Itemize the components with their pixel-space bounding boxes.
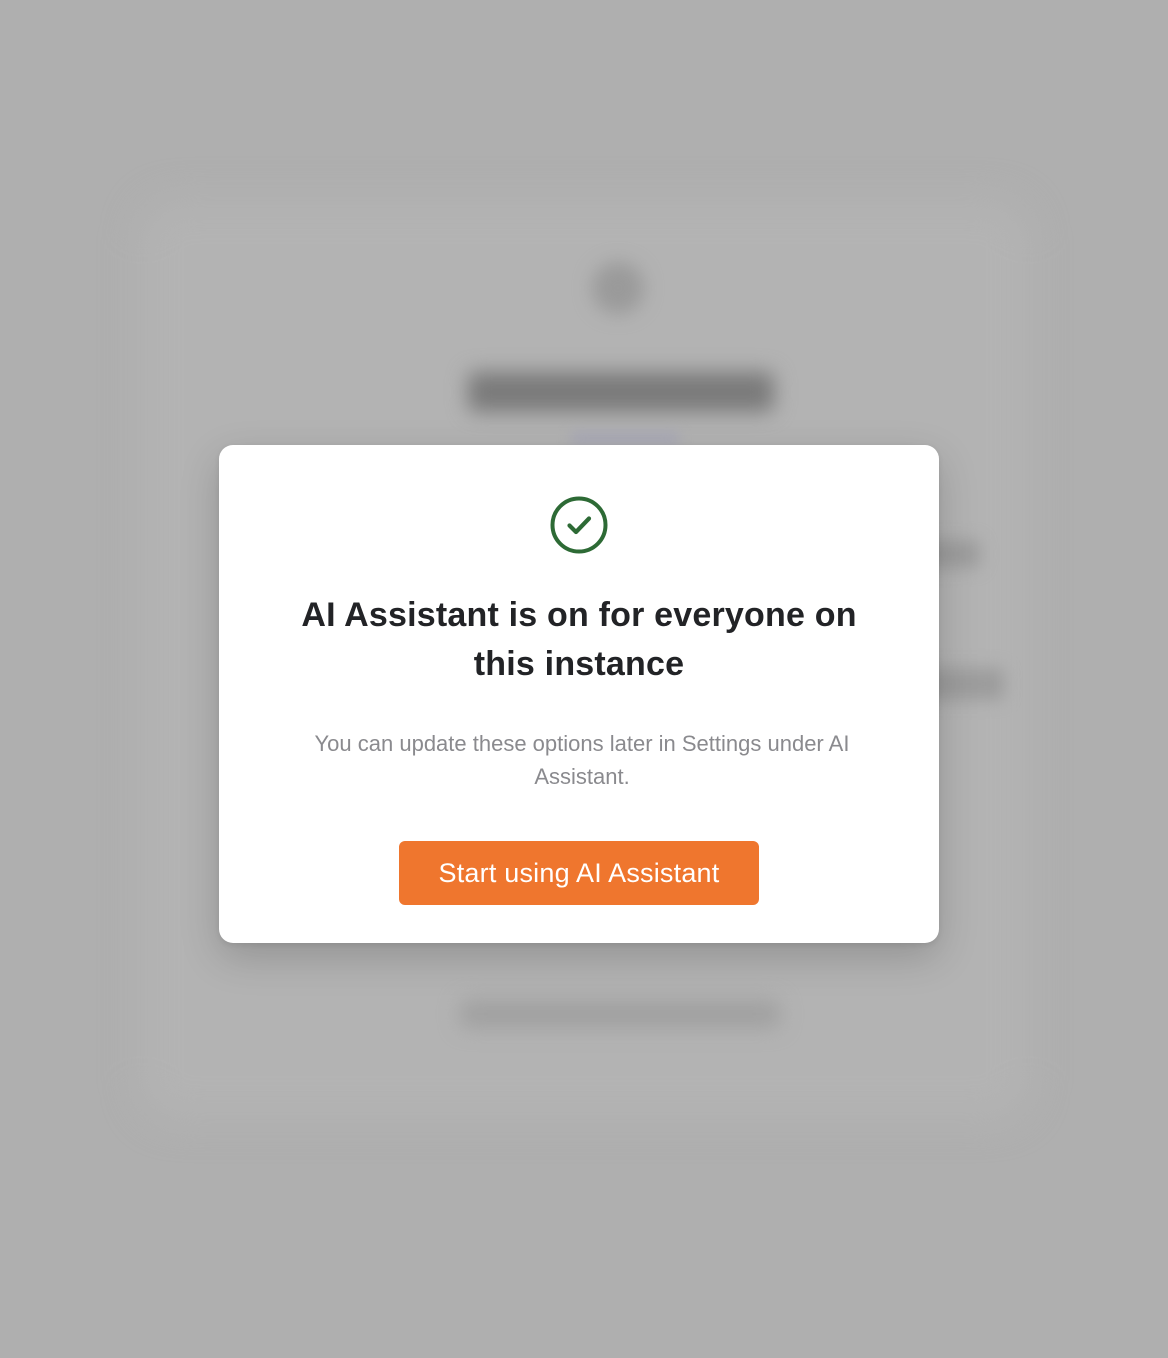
check-circle-icon — [550, 496, 608, 554]
blurred-background-title — [468, 372, 774, 412]
blurred-background-icon — [592, 262, 644, 314]
dialog-description: You can update these options later in Se… — [314, 731, 850, 789]
start-using-ai-assistant-button[interactable]: Start using AI Assistant — [399, 841, 759, 905]
blurred-background-link — [570, 432, 680, 444]
blurred-background-footer — [460, 1000, 780, 1028]
success-dialog: AI Assistant is on for everyone on this … — [219, 445, 939, 943]
dialog-title: AI Assistant is on for everyone on this … — [301, 596, 857, 683]
